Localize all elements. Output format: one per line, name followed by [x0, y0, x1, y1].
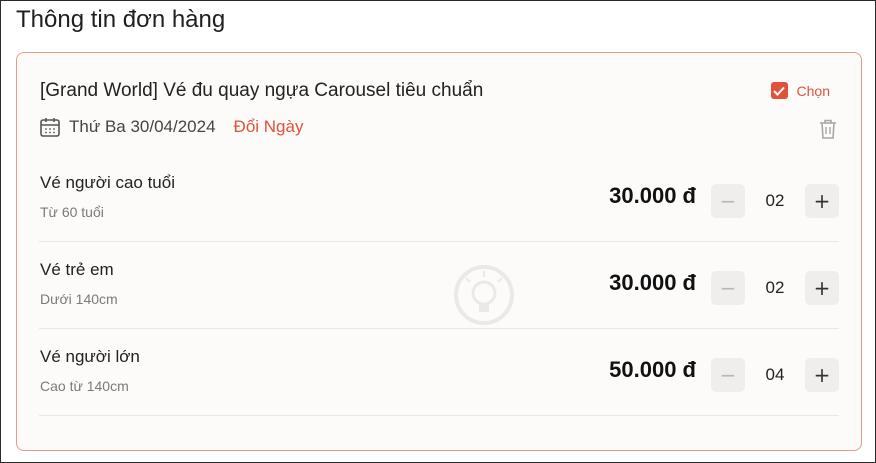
- ticket-price: 50.000 đ: [609, 357, 696, 382]
- product-title: [Grand World] Vé đu quay ngựa Carousel t…: [40, 80, 484, 101]
- change-date-link[interactable]: Đổi Ngày: [234, 117, 304, 137]
- ticket-desc: Cao từ 140cm: [40, 378, 129, 394]
- ticket-name: Vé người cao tuổi: [40, 173, 175, 192]
- decrease-button[interactable]: −: [711, 184, 745, 218]
- calendar-icon: [40, 118, 60, 137]
- ticket-row: Vé trẻ em Dưới 140cm 30.000 đ − 02 +: [39, 242, 839, 329]
- quantity-value: 02: [765, 191, 785, 210]
- quantity-value: 02: [765, 278, 785, 297]
- decrease-button[interactable]: −: [711, 358, 745, 392]
- ticket-name: Vé trẻ em: [40, 260, 114, 279]
- ticket-list: Vé người cao tuổi Từ 60 tuổi 30.000 đ − …: [39, 155, 839, 416]
- increase-button[interactable]: +: [805, 358, 839, 392]
- checkmark-icon[interactable]: [770, 82, 788, 99]
- ticket-name: Vé người lớn: [40, 347, 140, 366]
- quantity-value: 04: [765, 365, 785, 384]
- ticket-row: Vé người lớn Cao từ 140cm 50.000 đ − 04 …: [39, 329, 839, 416]
- select-checkbox[interactable]: Chọn: [770, 82, 830, 99]
- ticket-price: 30.000 đ: [609, 183, 696, 208]
- ticket-desc: Dưới 140cm: [40, 291, 118, 307]
- order-card: [Grand World] Vé đu quay ngựa Carousel t…: [16, 52, 862, 451]
- increase-button[interactable]: +: [805, 184, 839, 218]
- order-date: Thứ Ba 30/04/2024: [69, 117, 216, 136]
- decrease-button[interactable]: −: [711, 271, 745, 305]
- ticket-price: 30.000 đ: [609, 270, 696, 295]
- trash-icon[interactable]: [817, 117, 839, 141]
- ticket-row: Vé người cao tuổi Từ 60 tuổi 30.000 đ − …: [39, 155, 839, 242]
- increase-button[interactable]: +: [805, 271, 839, 305]
- date-row: Thứ Ba 30/04/2024 Đổi Ngày: [39, 116, 303, 138]
- quantity-stepper: − 02 +: [711, 271, 839, 305]
- ticket-desc: Từ 60 tuổi: [40, 204, 104, 220]
- quantity-stepper: − 02 +: [711, 184, 839, 218]
- page-title: Thông tin đơn hàng: [16, 6, 226, 33]
- select-label: Chọn: [796, 82, 830, 99]
- quantity-stepper: − 04 +: [711, 358, 839, 392]
